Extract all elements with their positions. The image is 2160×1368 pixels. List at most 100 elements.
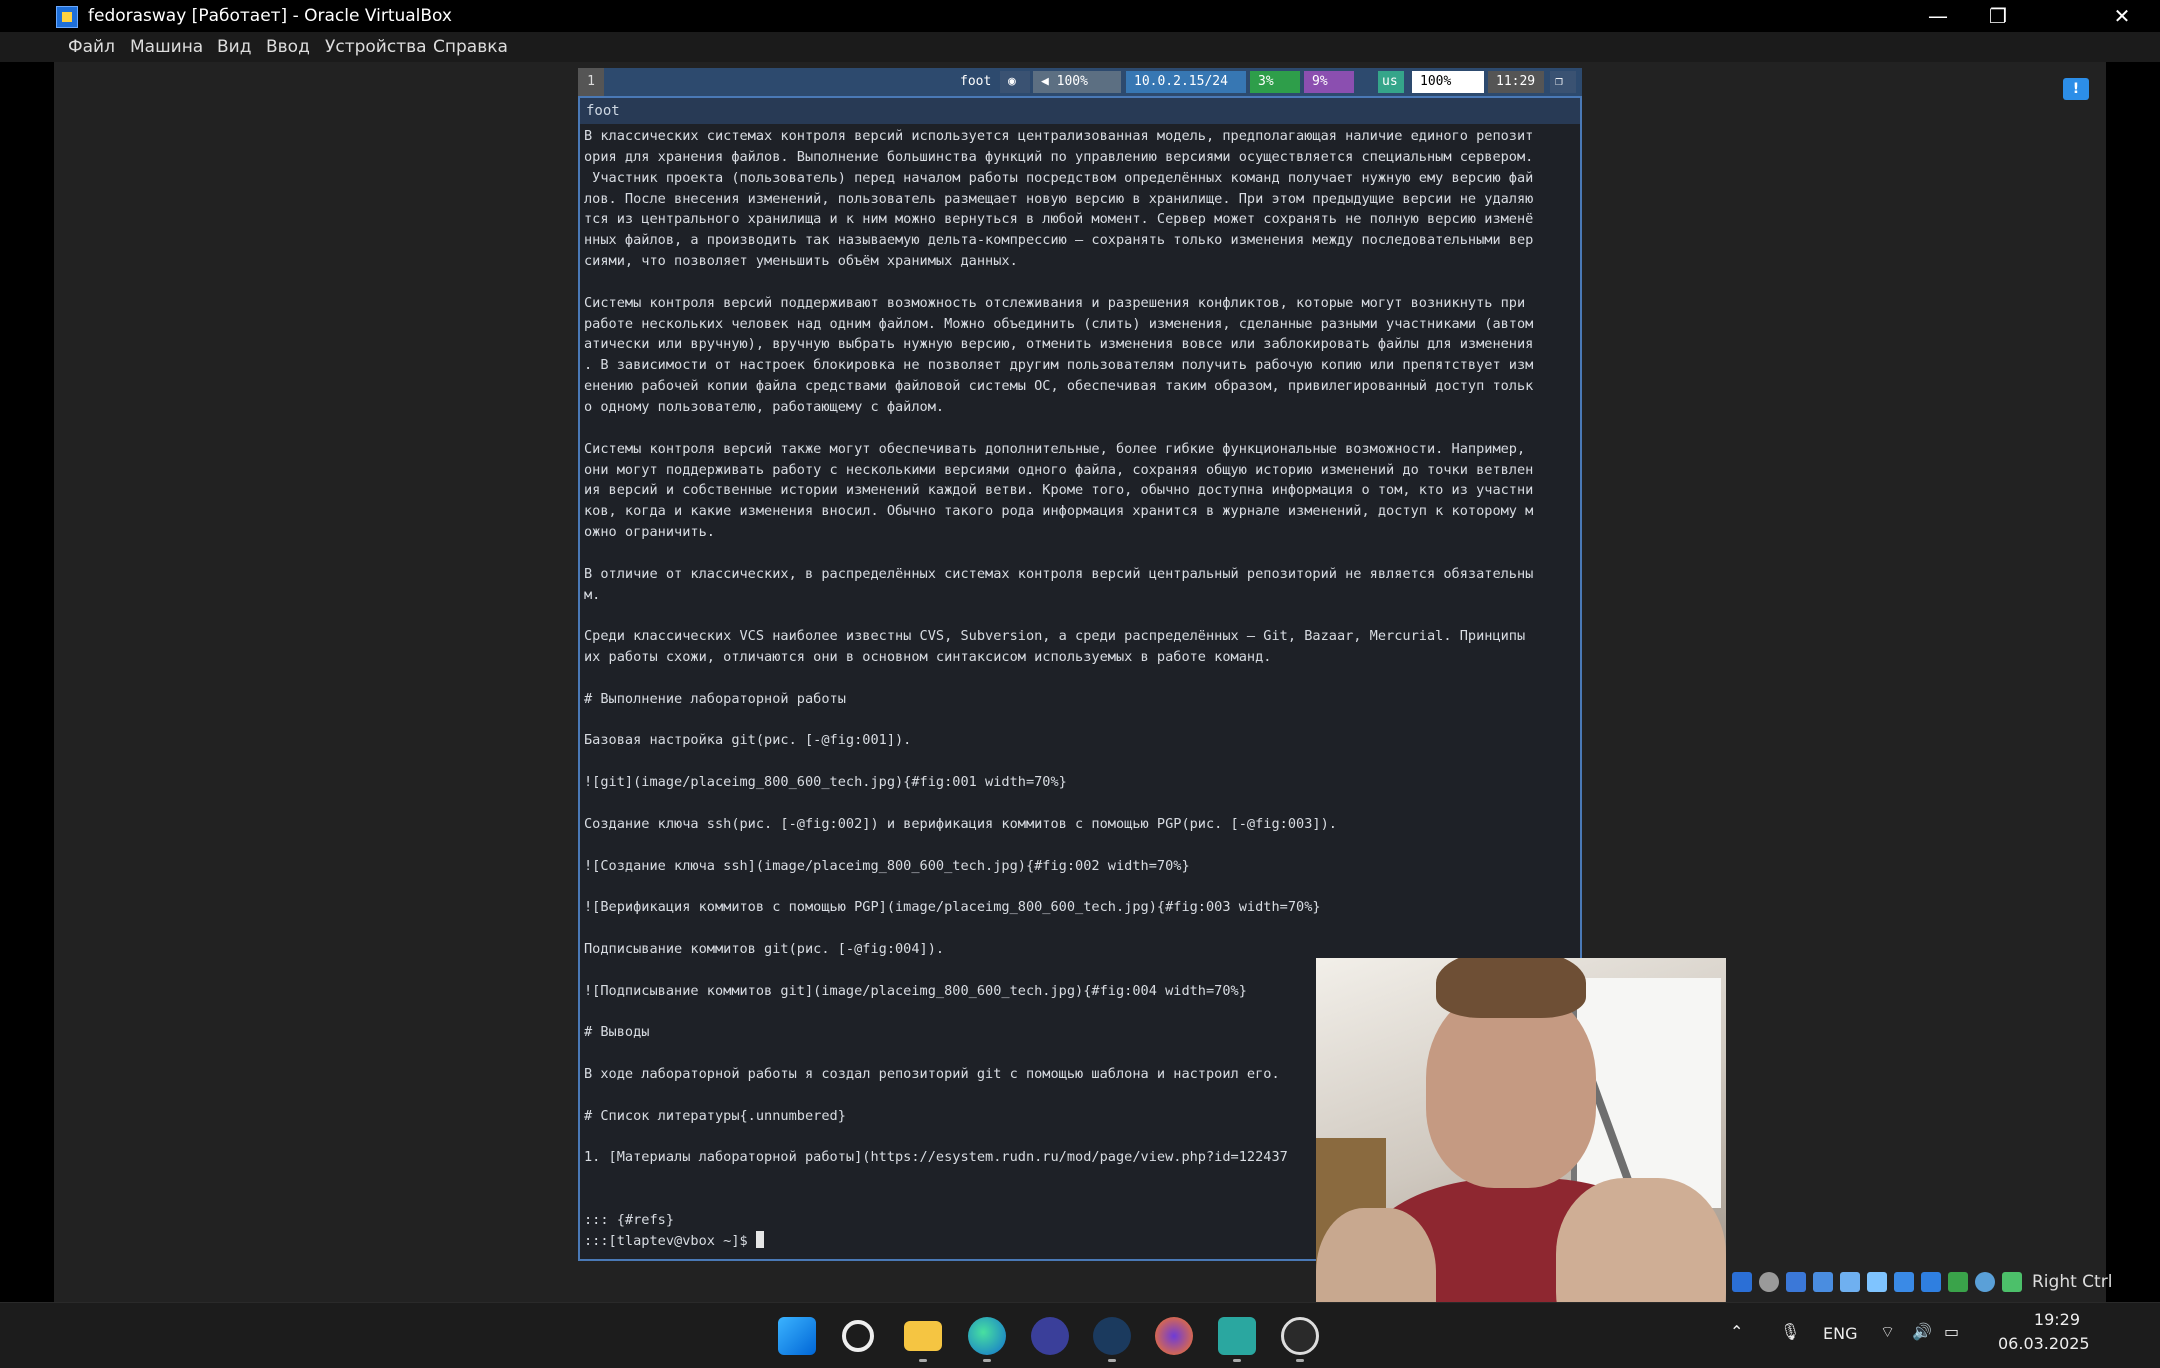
network-indicator[interactable]: 10.0.2.15/24 — [1126, 71, 1246, 93]
virtualbox-app-icon — [56, 6, 78, 28]
cpu-value: 3% — [1258, 74, 1274, 89]
terminal-line: тся из центрального хранилища и к ним мо… — [584, 211, 1534, 228]
minimize-button[interactable]: — — [1918, 2, 1958, 30]
clock[interactable]: 11:29 — [1488, 71, 1544, 93]
terminal-line: атически или вручную), вручную выбрать н… — [584, 336, 1534, 353]
terminal-line: Системы контроля версий поддерживают воз… — [584, 294, 1534, 311]
audio-icon[interactable] — [1786, 1272, 1806, 1292]
tray-date[interactable]: 06.03.2025 — [1998, 1334, 2090, 1353]
usb-icon[interactable] — [1840, 1272, 1860, 1292]
terminal-line: ![Создание ключа ssh](image/placeimg_800… — [584, 857, 1190, 874]
maximize-button[interactable]: ❐ — [1978, 2, 2018, 30]
terminal-line: Системы контроля версий также могут обес… — [584, 440, 1526, 457]
menu-help[interactable]: Справка — [433, 37, 508, 57]
firefox-icon[interactable] — [1155, 1317, 1193, 1355]
steam-icon[interactable] — [1093, 1317, 1131, 1355]
keyboard-layout-indicator[interactable]: us — [1378, 71, 1404, 93]
cpu-indicator[interactable]: 3% — [1250, 71, 1300, 93]
terminal-line: лов. После внесения изменений, пользоват… — [584, 190, 1534, 207]
window-titlebar[interactable]: fedorasway [Работает] - Oracle VirtualBo… — [0, 0, 2160, 32]
terminal-line: Базовая настройка git(рис. [-@fig:001]). — [584, 732, 912, 749]
host-key-label: Right Ctrl — [2032, 1272, 2113, 1292]
person-face — [1426, 988, 1596, 1188]
terminal-line: они могут поддерживать работу с нескольк… — [584, 461, 1534, 478]
chevron-up-icon[interactable]: ⌃ — [1730, 1322, 1743, 1341]
terminal-line: ория для хранения файлов. Выполнение бол… — [584, 148, 1534, 165]
obs-icon[interactable] — [1281, 1317, 1319, 1355]
menu-input[interactable]: Ввод — [266, 37, 310, 57]
focused-app-title: foot — [960, 74, 992, 89]
menubar: Файл Машина Вид Ввод Устройства Справка — [0, 32, 2160, 62]
guest-additions-icon[interactable] — [1975, 1272, 1995, 1292]
terminal-line: работе нескольких человек над одним файл… — [584, 315, 1534, 332]
terminal-line: ков, когда и какие изменения вносил. Обы… — [584, 503, 1534, 520]
microphone-icon[interactable]: 🎙 — [1780, 1322, 1800, 1341]
idle-inhibit-icon[interactable]: ◉ — [1000, 71, 1030, 93]
language-indicator[interactable]: ENG — [1823, 1324, 1857, 1343]
terminal-line: ия версий и собственные истории изменени… — [584, 482, 1534, 499]
speaker-icon[interactable]: 🔊 — [1912, 1322, 1932, 1341]
clock-time: 11:29 — [1496, 74, 1536, 89]
network-adapter-icon[interactable] — [1813, 1272, 1833, 1292]
terminal-line: их работы схожи, отличаются они в основн… — [584, 649, 1272, 666]
search-icon[interactable] — [842, 1320, 874, 1352]
battery-icon[interactable]: ▭ — [1944, 1322, 1959, 1341]
terminal-line: Участник проекта (пользователь) перед на… — [584, 169, 1534, 186]
menu-file[interactable]: Файл — [68, 37, 115, 57]
battery-value: 100% — [1420, 74, 1452, 89]
windows-start-icon[interactable] — [778, 1317, 816, 1355]
terminal-cursor — [755, 1230, 764, 1248]
recording-icon[interactable] — [1921, 1272, 1941, 1292]
display-icon[interactable] — [1894, 1272, 1914, 1292]
terminal-line: В классических системах контроля версий … — [584, 128, 1534, 144]
window-title: fedorasway [Работает] - Oracle VirtualBo… — [88, 6, 452, 26]
terminal-line: о одному пользователю, работающему с фай… — [584, 398, 945, 415]
mouse-integration-icon[interactable] — [2002, 1272, 2022, 1292]
memory-indicator[interactable]: 9% — [1304, 71, 1354, 93]
battery-indicator[interactable]: 100% — [1412, 71, 1484, 93]
system-tray: ⌃ 🎙 ENG ⌔ 🔊 ▭ 19:29 06.03.2025 — [1720, 1302, 2160, 1368]
menu-machine[interactable]: Машина — [130, 37, 203, 57]
terminal-line: Создание ключа ssh(рис. [-@fig:002]) и в… — [584, 815, 1337, 832]
terminal-line: Подписывание коммитов git(рис. [-@fig:00… — [584, 940, 945, 957]
terminal-line: ![Верификация коммитов с помощью PGP](im… — [584, 899, 1321, 916]
menu-view[interactable]: Вид — [217, 37, 251, 57]
edge-icon[interactable] — [968, 1317, 1006, 1355]
volume-value: 100% — [1056, 74, 1088, 89]
notification-icon[interactable]: ! — [2063, 78, 2089, 100]
cpu-activity-icon[interactable] — [1948, 1272, 1968, 1292]
keyboard-layout: us — [1382, 74, 1398, 89]
terminal-line: ожно ограничить. — [584, 524, 715, 541]
harddisk-icon[interactable] — [1732, 1272, 1752, 1292]
terminal-line: м. — [584, 586, 601, 603]
dev-app-icon[interactable] — [1031, 1317, 1069, 1355]
terminal-line: сиями, что позволяет уменьшить объём хра… — [584, 253, 1018, 270]
menu-devices[interactable]: Устройства — [325, 37, 427, 57]
terminal-line: енению рабочей копии файла средствами фа… — [584, 378, 1534, 395]
shared-folder-icon[interactable] — [1867, 1272, 1887, 1292]
file-explorer-icon[interactable] — [904, 1321, 942, 1351]
volume-icon: ◀ — [1041, 74, 1057, 89]
terminal-prompt: :::[tlaptev@vbox ~]$ — [584, 1232, 756, 1249]
close-button[interactable]: ✕ — [2102, 2, 2142, 30]
visual-studio-icon[interactable] — [1218, 1317, 1256, 1355]
memory-value: 9% — [1312, 74, 1328, 89]
workspace-indicator[interactable]: 1 — [578, 68, 604, 96]
volume-indicator[interactable]: ◀ 100% — [1033, 71, 1121, 93]
tray-time[interactable]: 19:29 — [2015, 1310, 2080, 1329]
wifi-icon[interactable]: ⌔ — [1880, 1322, 1895, 1342]
optical-drive-icon[interactable] — [1759, 1272, 1779, 1292]
terminal-line: нных файлов, а производить так называему… — [584, 232, 1534, 249]
tray-windows-icon[interactable]: ❐ — [1550, 71, 1576, 93]
